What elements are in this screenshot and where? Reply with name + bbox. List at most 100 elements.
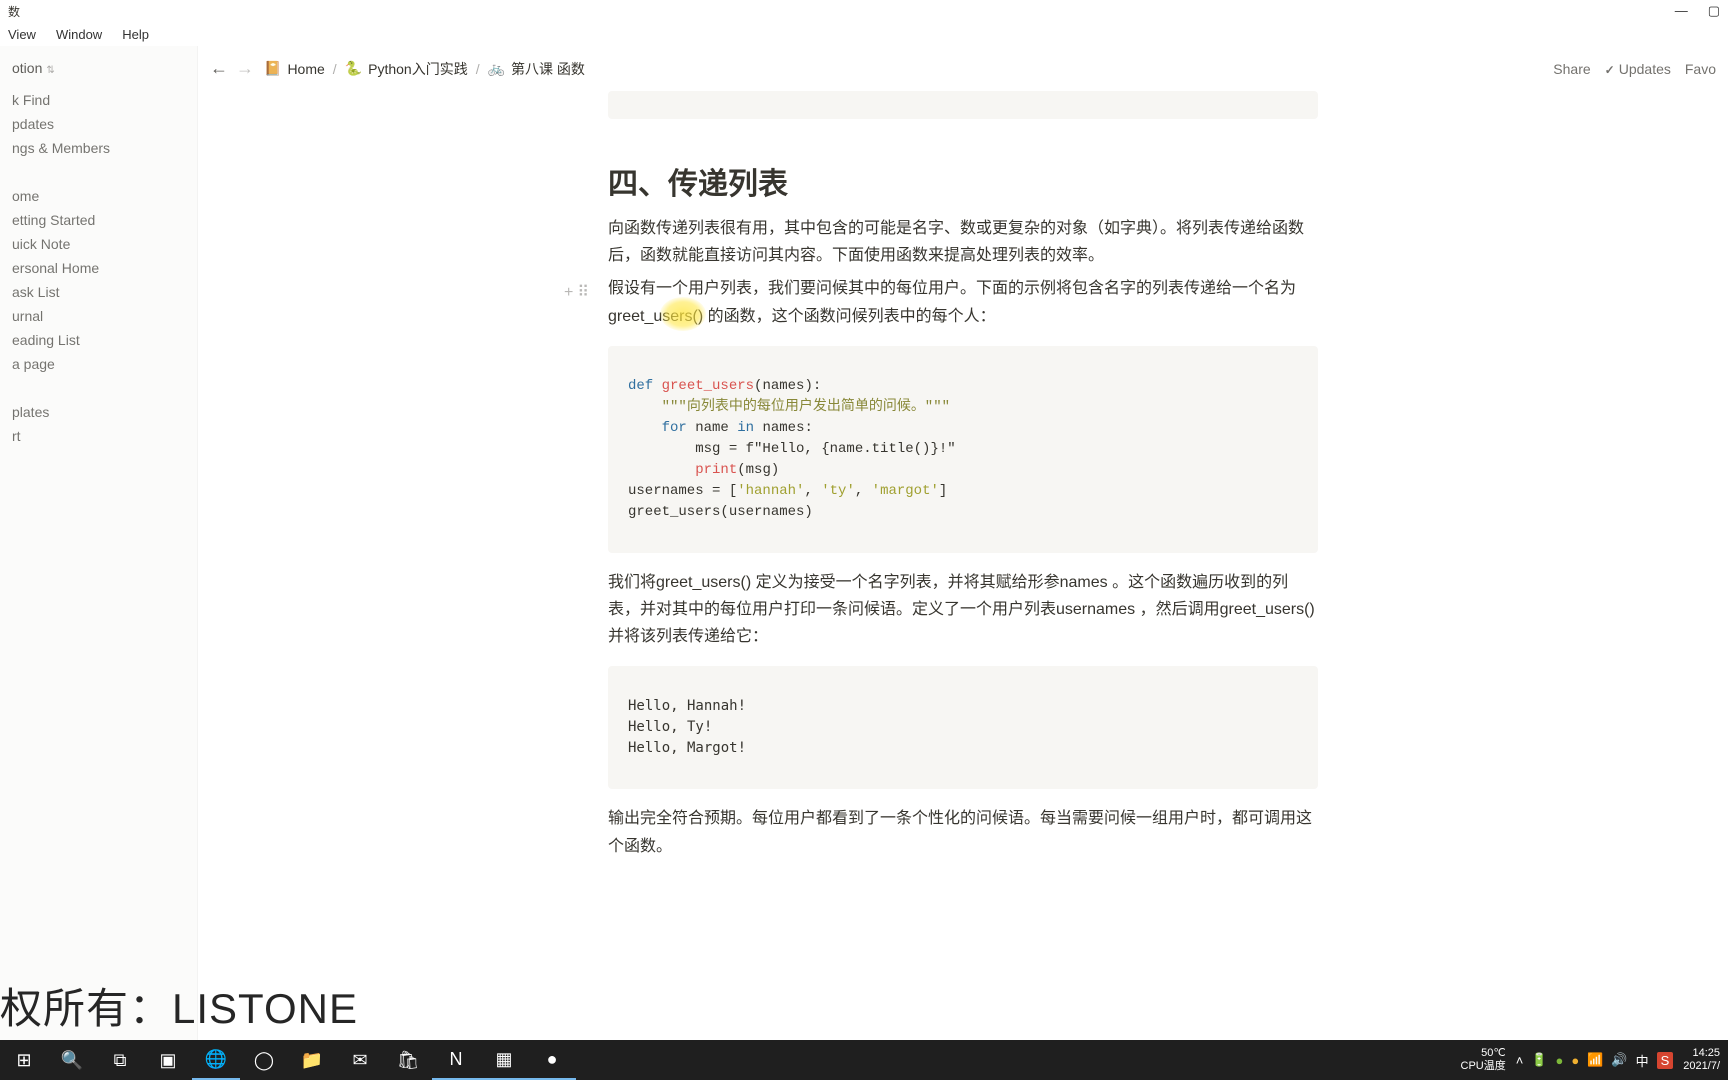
code-string: 'hannah' — [737, 483, 804, 499]
notion-icon[interactable]: N — [432, 1040, 480, 1080]
terminal-icon[interactable]: ▣ — [144, 1040, 192, 1080]
add-block-icon[interactable] — [564, 279, 573, 306]
clock[interactable]: 14:25 2021/7/ — [1683, 1047, 1720, 1073]
ime-indicator[interactable]: 中 — [1636, 1051, 1649, 1070]
code-function-name: greet_users — [662, 378, 754, 394]
clock-date: 2021/7/ — [1683, 1060, 1720, 1073]
chrome-icon[interactable]: ◯ — [240, 1040, 288, 1080]
breadcrumb-label: 第八课 函数 — [511, 59, 585, 79]
breadcrumb-separator: / — [333, 61, 337, 77]
sidebar-page-getting-started[interactable]: etting Started — [0, 208, 197, 232]
maximize-button[interactable]: ▢ — [1708, 3, 1720, 19]
breadcrumb-label: Python入门实践 — [368, 59, 468, 79]
code-keyword: for — [662, 420, 687, 436]
breadcrumb-separator: / — [476, 61, 480, 77]
paragraph-4[interactable]: 输出完全符合预期。每位用户都看到了一条个性化的问候语。每当需要问候一组用户时，都… — [608, 805, 1318, 859]
sidebar-page-home[interactable]: ome — [0, 184, 197, 208]
minimize-button[interactable]: — — [1675, 3, 1688, 19]
page-content: 四、传递列表 向函数传递列表很有用，其中包含的可能是名字、数或更复杂的对象（如字… — [608, 91, 1318, 1040]
output-block[interactable]: Hello, Hannah! Hello, Ty! Hello, Margot! — [608, 666, 1318, 789]
store-icon[interactable]: 🛍 — [384, 1040, 432, 1080]
sidebar-page-task-list[interactable]: ask List — [0, 280, 197, 304]
snake-icon: 🐍 — [345, 60, 362, 77]
mail-icon[interactable]: ✉ — [336, 1040, 384, 1080]
taskbar: ⊞ 🔍 ⧉ ▣ 🌐 ◯ 📁 ✉ 🛍 N ▦ ● 50℃ CPU温度 ˄ 🔋 ● … — [0, 1040, 1728, 1080]
drag-handle-icon[interactable] — [577, 279, 587, 306]
workspace-switcher[interactable]: otion — [0, 54, 197, 82]
edge-icon[interactable]: 🌐 — [192, 1040, 240, 1080]
tray-app-icon[interactable]: ● — [1556, 1053, 1564, 1068]
record-icon[interactable]: ● — [528, 1040, 576, 1080]
tray-app-icon[interactable]: ● — [1571, 1053, 1579, 1068]
sidebar-page-personal-home[interactable]: ersonal Home — [0, 256, 197, 280]
explorer-icon[interactable]: 📁 — [288, 1040, 336, 1080]
code-text: names: — [754, 420, 813, 436]
nav-back-button[interactable]: ← — [210, 58, 228, 79]
menu-window[interactable]: Window — [56, 27, 102, 42]
notebook-icon: 📔 — [264, 60, 281, 77]
breadcrumb-python[interactable]: 🐍 Python入门实践 — [345, 59, 468, 79]
ime-mode[interactable]: S — [1657, 1052, 1674, 1069]
code-text: (msg) — [737, 462, 779, 478]
main-area: ← → 📔 Home / 🐍 Python入门实践 / 🚲 — [198, 46, 1728, 1040]
start-button[interactable]: ⊞ — [0, 1040, 48, 1080]
search-button[interactable]: 🔍 — [48, 1040, 96, 1080]
updates-label: Updates — [1619, 61, 1671, 77]
menu-help[interactable]: Help — [122, 27, 149, 42]
section-heading[interactable]: 四、传递列表 — [608, 159, 1318, 203]
sidebar-templates[interactable]: plates — [0, 400, 197, 424]
pycharm-icon[interactable]: ▦ — [480, 1040, 528, 1080]
code-block-greet-users[interactable]: def greet_users(names): """向列表中的每位用户发出简单… — [608, 346, 1318, 553]
sidebar-updates[interactable]: pdates — [0, 112, 197, 136]
sidebar: otion k Find pdates ngs & Members ome et… — [0, 46, 198, 1040]
code-builtin: print — [695, 462, 737, 478]
tray-wifi-icon[interactable]: 📶 — [1587, 1052, 1603, 1068]
topbar: ← → 📔 Home / 🐍 Python入门实践 / 🚲 — [198, 46, 1728, 91]
sidebar-quick-find[interactable]: k Find — [0, 88, 197, 112]
sidebar-settings[interactable]: ngs & Members — [0, 136, 197, 160]
window-title-bar: 数 — ▢ — [0, 0, 1728, 22]
code-text: (names): — [754, 378, 821, 394]
bike-icon: 🚲 — [488, 60, 505, 77]
favorite-button[interactable]: Favo — [1685, 61, 1716, 77]
sidebar-page-quick-note[interactable]: uick Note — [0, 232, 197, 256]
tray-battery-icon[interactable]: 🔋 — [1531, 1052, 1547, 1068]
code-string: 'ty' — [821, 483, 855, 499]
paragraph-2[interactable]: 假设有一个用户列表，我们要问候其中的每位用户。下面的示例将包含名字的列表传递给一… — [608, 275, 1318, 329]
clock-time: 14:25 — [1683, 1047, 1720, 1060]
workspace-name: otion — [12, 60, 42, 76]
nav-forward-button[interactable]: → — [236, 58, 254, 79]
code-keyword: def — [628, 378, 653, 394]
code-text: greet_users(usernames) — [628, 504, 813, 520]
sidebar-page-reading-list[interactable]: eading List — [0, 328, 197, 352]
chevron-updown-icon — [46, 60, 54, 76]
window-title: 数 — [8, 3, 20, 20]
breadcrumb: 📔 Home / 🐍 Python入门实践 / 🚲 第八课 函数 — [264, 59, 585, 79]
sidebar-import[interactable]: rt — [0, 424, 197, 448]
sidebar-page-journal[interactable]: urnal — [0, 304, 197, 328]
code-text: , — [855, 483, 872, 499]
code-text: , — [804, 483, 821, 499]
menu-view[interactable]: View — [8, 27, 36, 42]
code-docstring: """向列表中的每位用户发出简单的问候。""" — [662, 399, 950, 415]
content-scroll[interactable]: 四、传递列表 向函数传递列表很有用，其中包含的可能是名字、数或更复杂的对象（如字… — [198, 91, 1728, 1040]
updates-button[interactable]: Updates — [1605, 61, 1671, 77]
code-string: 'margot' — [872, 483, 939, 499]
system-tray: ˄ 🔋 ● ● 📶 🔊 中 S — [1516, 1051, 1674, 1070]
temperature-value: 50℃ — [1461, 1047, 1506, 1060]
paragraph-3[interactable]: 我们将greet_users() 定义为接受一个名字列表，并将其赋给形参name… — [608, 569, 1318, 651]
code-keyword: in — [737, 420, 754, 436]
paragraph-2-text: 假设有一个用户列表，我们要问候其中的每位用户。下面的示例将包含名字的列表传递给一… — [608, 280, 1296, 324]
sidebar-add-page[interactable]: a page — [0, 352, 197, 376]
tray-chevron-icon[interactable]: ˄ — [1516, 1053, 1524, 1068]
temperature-label: CPU温度 — [1461, 1060, 1506, 1073]
tray-volume-icon[interactable]: 🔊 — [1611, 1052, 1627, 1068]
task-view-button[interactable]: ⧉ — [96, 1040, 144, 1080]
breadcrumb-current[interactable]: 🚲 第八课 函数 — [488, 59, 585, 79]
temperature-widget[interactable]: 50℃ CPU温度 — [1461, 1047, 1506, 1073]
code-text: name — [687, 420, 737, 436]
breadcrumb-home[interactable]: 📔 Home — [264, 60, 325, 77]
paragraph-1[interactable]: 向函数传递列表很有用，其中包含的可能是名字、数或更复杂的对象（如字典）。将列表传… — [608, 215, 1318, 269]
previous-code-block-tail — [608, 91, 1318, 119]
share-button[interactable]: Share — [1553, 61, 1590, 77]
